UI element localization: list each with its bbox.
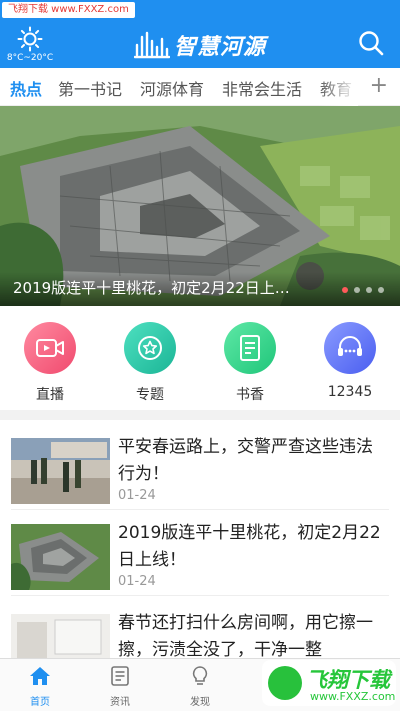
pagination-dot[interactable] [342, 287, 348, 293]
home-icon [30, 667, 50, 685]
news-date: 01-24 [118, 488, 156, 503]
weather-temperature: 8°C~20°C [6, 53, 54, 63]
nav-discover[interactable]: 发现 [170, 665, 230, 708]
news-thumbnail [11, 524, 110, 590]
nav-discover-label: 发现 [190, 697, 210, 708]
quick-live[interactable]: 直播 [10, 322, 90, 404]
book-icon [224, 322, 276, 374]
tab-heyuan-sports[interactable]: 河源体育 [140, 76, 204, 100]
service-chat-icon [324, 322, 376, 374]
tab-life[interactable]: 非常会生活 [222, 76, 302, 100]
quick-hotline[interactable]: 12345 [310, 322, 390, 400]
banner-carousel[interactable]: 2019版连平十里桃花，初定2月22日上… [0, 106, 400, 306]
news-title: 2019版连平十里桃花，初定2月22日上线！ [118, 523, 381, 570]
pagination-dot[interactable] [354, 287, 360, 293]
news-item[interactable]: 2019版连平十里桃花，初定2月22日上线！ 01-24 [0, 510, 400, 596]
watermark-logo-icon [268, 666, 302, 700]
news-icon [111, 666, 129, 686]
tabs-fade [318, 68, 358, 106]
logo-waves-icon [134, 31, 170, 59]
weather-widget[interactable]: 8°C~20°C [6, 26, 54, 63]
star-badge-icon [124, 322, 176, 374]
nav-home[interactable]: 首页 [10, 665, 70, 708]
banner-pagination [342, 287, 384, 293]
watermark-url: www.FXXZ.com [310, 690, 396, 703]
news-date: 01-24 [118, 574, 156, 589]
watermark-overlay: 飞翔下载 www.FXXZ.com [262, 660, 396, 706]
search-icon[interactable] [358, 30, 384, 56]
divider [11, 595, 389, 596]
quick-live-label: 直播 [36, 387, 64, 403]
quick-books-label: 书香 [236, 387, 264, 403]
nav-news[interactable]: 资讯 [90, 665, 150, 708]
section-divider [0, 410, 400, 420]
sun-icon [17, 26, 43, 52]
category-tabs: 热点 第一书记 河源体育 非常会生活 教育 + [0, 68, 400, 106]
add-tab-button[interactable]: + [370, 73, 388, 98]
banner-title: 2019版连平十里桃花，初定2月22日上… [13, 279, 290, 297]
tab-first-secretary[interactable]: 第一书记 [58, 76, 122, 100]
app-logo: 智慧河源 [134, 30, 266, 60]
news-thumbnail [11, 438, 110, 504]
quick-hotline-label: 12345 [327, 384, 373, 400]
quick-topics-label: 专题 [136, 387, 164, 403]
quick-entry-grid: 直播 专题 书香 12345 [0, 306, 400, 410]
app-title: 智慧河源 [174, 35, 267, 60]
quick-books[interactable]: 书香 [210, 322, 290, 404]
nav-news-label: 资讯 [110, 697, 130, 708]
pagination-dot[interactable] [366, 287, 372, 293]
tab-hot[interactable]: 热点 [10, 76, 42, 100]
nav-home-label: 首页 [30, 697, 50, 708]
lightbulb-icon [192, 666, 208, 685]
news-item[interactable]: 平安春运路上，交警严查这些违法行为！ 01-24 [0, 424, 400, 510]
video-camera-icon [24, 322, 76, 374]
news-title: 春节还打扫什么房间啊，用它擦一擦，污渍全没了，干净一整 [118, 613, 373, 660]
quick-topics[interactable]: 专题 [110, 322, 190, 404]
news-title: 平安春运路上，交警严查这些违法行为！ [118, 437, 373, 484]
top-bar: 飞翔下载 www.FXXZ.com 8°C~20°C 智慧河源 [0, 0, 400, 68]
app-screen: 飞翔下载 www.FXXZ.com 8°C~20°C 智慧河源 热点 第一书记 … [0, 0, 400, 711]
watermark-label: 飞翔下载 www.FXXZ.com [2, 2, 135, 18]
pagination-dot[interactable] [378, 287, 384, 293]
